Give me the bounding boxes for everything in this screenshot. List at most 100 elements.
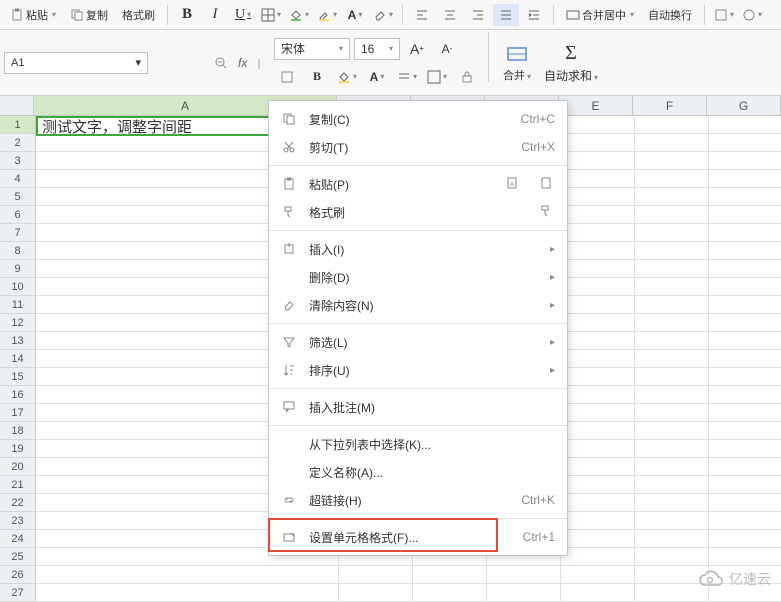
row-header[interactable]: 18	[0, 422, 36, 440]
paste-special-icon-2[interactable]	[539, 176, 555, 192]
row-header[interactable]: 23	[0, 512, 36, 530]
merge-block-button[interactable]: 合并▾	[497, 32, 537, 93]
context-menu: 复制(C) Ctrl+C 剪切(T) Ctrl+X 粘贴(P) A 格式刷 插入…	[268, 100, 568, 556]
column-header-G[interactable]: G	[707, 96, 781, 115]
indent-button[interactable]	[521, 4, 547, 26]
ctx-comment-label: 插入批注(M)	[309, 399, 555, 416]
font-color-button-2[interactable]: A▾	[364, 66, 390, 88]
row-header[interactable]: 13	[0, 332, 36, 350]
align-justify-button[interactable]	[493, 4, 519, 26]
fill-color-button[interactable]: ▾	[286, 4, 312, 26]
separator	[167, 5, 168, 25]
dropdown-arrow-icon: ▾	[52, 10, 56, 19]
fill-icon	[337, 70, 351, 84]
row-header[interactable]: 20	[0, 458, 36, 476]
paste-label: 粘贴	[26, 7, 48, 23]
ctx-cut-shortcut: Ctrl+X	[521, 140, 555, 154]
italic-button[interactable]: I	[202, 4, 228, 26]
ctx-paste-label: 粘贴(P)	[309, 176, 493, 193]
row-header[interactable]: 22	[0, 494, 36, 512]
ctx-cut[interactable]: 剪切(T) Ctrl+X	[269, 133, 567, 161]
paste-special-icon-1[interactable]: A	[505, 176, 521, 192]
blank-icon	[281, 269, 297, 285]
row-header[interactable]: 21	[0, 476, 36, 494]
clear-format-button[interactable]: ▾	[370, 4, 396, 26]
fill-color-button-2[interactable]: ▾	[334, 66, 360, 88]
active-cell-text: 测试文字，调整字间距	[42, 116, 192, 137]
separator	[402, 5, 403, 25]
ctx-format-cells[interactable]: 设置单元格格式(F)... Ctrl+1	[269, 523, 567, 551]
column-header-F[interactable]: F	[633, 96, 707, 115]
ctx-copy[interactable]: 复制(C) Ctrl+C	[269, 105, 567, 133]
row-header[interactable]: 8	[0, 242, 36, 260]
select-all-corner[interactable]	[0, 96, 34, 115]
auto-wrap-button[interactable]: 自动换行	[642, 5, 698, 25]
row-header[interactable]: 7	[0, 224, 36, 242]
format-cells-icon	[281, 529, 297, 545]
align-right-button[interactable]	[465, 4, 491, 26]
row-header[interactable]: 14	[0, 350, 36, 368]
blank-icon	[281, 464, 297, 480]
font-name-select[interactable]: 宋体 ▾	[274, 38, 350, 60]
row-header[interactable]: 27	[0, 584, 36, 602]
ctx-delete[interactable]: 删除(D) ▸	[269, 263, 567, 291]
row-header[interactable]: 12	[0, 314, 36, 332]
row-headers: 1234567891011121314151617181920212223242…	[0, 116, 36, 602]
sum-block-button[interactable]: Σ 自动求和▾	[541, 32, 601, 93]
cell-reference: A1	[11, 57, 24, 69]
border-button[interactable]: ▾	[258, 4, 284, 26]
ctx-dropdown-select[interactable]: 从下拉列表中选择(K)...	[269, 430, 567, 458]
ctx-comment[interactable]: 插入批注(M)	[269, 393, 567, 421]
row-header[interactable]: 26	[0, 566, 36, 584]
paste-button[interactable]: 粘贴 ▾	[4, 5, 62, 25]
increase-font-button[interactable]: A+	[404, 38, 430, 60]
align-center-button[interactable]	[437, 4, 463, 26]
row-header[interactable]: 2	[0, 134, 36, 152]
merge-center-button[interactable]: 合并居中 ▾	[560, 5, 640, 25]
row-header[interactable]: 9	[0, 260, 36, 278]
row-header[interactable]: 15	[0, 368, 36, 386]
name-box[interactable]: A1 ▾	[4, 52, 148, 74]
row-header[interactable]: 24	[0, 530, 36, 548]
border-button-2[interactable]: ▾	[424, 66, 450, 88]
row-header[interactable]: 25	[0, 548, 36, 566]
row-header[interactable]: 16	[0, 386, 36, 404]
row-header[interactable]: 19	[0, 440, 36, 458]
align-button-2[interactable]: ▾	[394, 66, 420, 88]
separator	[269, 518, 567, 519]
ctx-insert[interactable]: 插入(I) ▸	[269, 235, 567, 263]
misc-button-1[interactable]: ▾	[711, 4, 737, 26]
bold-button-2[interactable]: B	[304, 66, 330, 88]
font-color-button[interactable]: A ▾	[342, 4, 368, 26]
row-header[interactable]: 5	[0, 188, 36, 206]
ctx-clear[interactable]: 清除内容(N) ▸	[269, 291, 567, 319]
ctx-format-painter[interactable]: 格式刷	[269, 198, 567, 226]
align-left-button[interactable]	[409, 4, 435, 26]
underline-button[interactable]: U▾	[230, 4, 256, 26]
copy-button[interactable]: 复制	[64, 5, 114, 25]
highlight-button[interactable]: ▾	[314, 4, 340, 26]
row-header[interactable]: 4	[0, 170, 36, 188]
number-format-button[interactable]	[274, 66, 300, 88]
fx-label[interactable]: fx	[238, 56, 247, 70]
row-header[interactable]: 3	[0, 152, 36, 170]
indent-icon	[527, 8, 541, 22]
format-painter-button[interactable]: 格式刷	[116, 5, 161, 25]
row-header[interactable]: 11	[0, 296, 36, 314]
row-header[interactable]: 6	[0, 206, 36, 224]
row-header[interactable]: 1	[0, 116, 36, 134]
font-size-select[interactable]: 16 ▾	[354, 38, 400, 60]
misc-button-2[interactable]: ▾	[739, 4, 765, 26]
ctx-sort[interactable]: 排序(U) ▸	[269, 356, 567, 384]
lock-button[interactable]	[454, 66, 480, 88]
ctx-define-name[interactable]: 定义名称(A)...	[269, 458, 567, 486]
zoom-out-icon[interactable]	[214, 56, 228, 70]
decrease-font-button[interactable]: A-	[434, 38, 460, 60]
row-header[interactable]: 10	[0, 278, 36, 296]
ctx-filter[interactable]: 筛选(L) ▸	[269, 328, 567, 356]
ctx-hyperlink[interactable]: 超链接(H) Ctrl+K	[269, 486, 567, 514]
row-header[interactable]: 17	[0, 404, 36, 422]
bold-button[interactable]: B	[174, 4, 200, 26]
column-header-E[interactable]: E	[559, 96, 633, 115]
ctx-paste[interactable]: 粘贴(P) A	[269, 170, 567, 198]
